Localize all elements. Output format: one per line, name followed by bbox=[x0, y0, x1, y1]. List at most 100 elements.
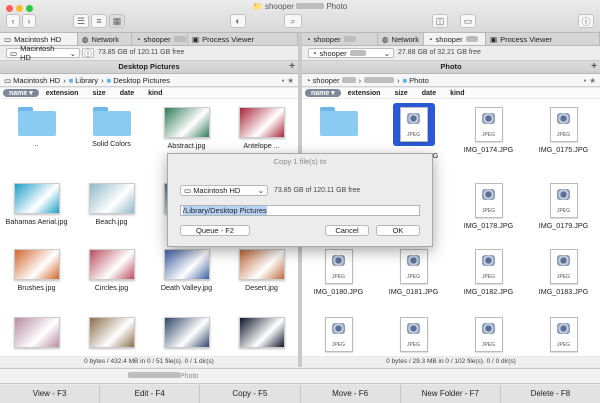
add-tab-button[interactable]: + bbox=[286, 61, 298, 73]
user-icon: ◔ bbox=[306, 75, 311, 85]
file-item[interactable]: Beach.jpg bbox=[74, 183, 149, 226]
jpeg-file-icon: JPEG bbox=[474, 183, 503, 218]
file-item[interactable]: JPEG IMG_0183.JPG bbox=[526, 249, 600, 296]
file-item[interactable]: Abstract.jpg bbox=[149, 107, 224, 150]
list-icon[interactable]: ▪ bbox=[282, 76, 285, 85]
left-drive-info-button[interactable]: ⓘ bbox=[82, 48, 94, 58]
file-item[interactable]: JPEG IMG_0182.JPG bbox=[451, 249, 526, 296]
left-drive-select[interactable]: ▭ Macintosh HD ⌄ bbox=[6, 44, 80, 62]
right-free-space: 27.88 GB of 32.21 GB free bbox=[398, 49, 481, 56]
edit-button[interactable]: Edit - F4 bbox=[100, 385, 201, 403]
column-date[interactable]: date bbox=[415, 90, 443, 97]
view-button[interactable]: View - F3 bbox=[0, 385, 101, 403]
column-size[interactable]: size bbox=[387, 90, 414, 97]
hidden-files-toggle[interactable]: ◐ bbox=[230, 14, 246, 28]
breadcrumb-item[interactable]: ◔ shooper bbox=[306, 76, 356, 85]
file-item[interactable]: Antelope ... bbox=[224, 107, 298, 150]
file-item[interactable]: JPEG IMG_0179.JPG bbox=[526, 183, 600, 230]
image-thumbnail bbox=[13, 183, 60, 214]
command-line[interactable]: Photo bbox=[0, 368, 600, 384]
chevron-right-icon: › bbox=[63, 75, 66, 85]
file-item[interactable]: JPEG bbox=[451, 317, 526, 355]
file-item[interactable] bbox=[224, 317, 298, 351]
file-item[interactable]: JPEG bbox=[376, 317, 451, 355]
columns-view-button[interactable]: ≡ bbox=[91, 14, 107, 28]
right-tab-shooper-active[interactable]: ◔ shooper bbox=[424, 33, 486, 45]
column-extension[interactable]: extension bbox=[39, 90, 86, 97]
folder-icon bbox=[92, 107, 131, 136]
file-item[interactable] bbox=[74, 317, 149, 351]
image-thumbnail bbox=[88, 183, 135, 214]
file-item[interactable]: JPEG bbox=[302, 317, 376, 355]
queue-button[interactable]: Queue - F2 bbox=[180, 225, 250, 236]
file-item[interactable]: Bahamas Aerial.jpg bbox=[0, 183, 74, 226]
column-kind[interactable]: kind bbox=[443, 90, 471, 97]
forward-button[interactable]: › bbox=[22, 14, 36, 28]
right-breadcrumb: ◔ shooper › › ■ Photo ▪ ★ bbox=[302, 74, 600, 87]
breadcrumb-item[interactable]: ■ Library bbox=[69, 76, 98, 85]
right-tab-shooper[interactable]: ◔ shooper bbox=[302, 33, 378, 45]
single-pane-button[interactable]: ▭ bbox=[460, 14, 476, 28]
file-item[interactable]: JPEG IMG_0178.JPG bbox=[451, 183, 526, 230]
folder-item[interactable]: .. bbox=[0, 107, 74, 148]
file-item[interactable]: JPEG IMG_0174.JPG bbox=[451, 107, 526, 154]
folder-item[interactable] bbox=[302, 107, 376, 139]
right-tab-process-viewer[interactable]: ▣ Process Viewer bbox=[486, 33, 600, 45]
left-status: 0 bytes / 432.4 MB in 0 / 51 file(s). 0 … bbox=[0, 357, 298, 367]
cancel-button[interactable]: Cancel bbox=[325, 225, 369, 236]
folder-icon: ■ bbox=[402, 75, 408, 85]
file-item[interactable] bbox=[0, 317, 74, 351]
breadcrumb-item[interactable]: ■ Desktop Pictures bbox=[107, 76, 170, 85]
column-extension[interactable]: extension bbox=[341, 90, 388, 97]
destination-path-input[interactable]: /Library/Desktop Pictures bbox=[180, 205, 420, 216]
right-tab-network[interactable]: ◍ Network bbox=[378, 33, 424, 45]
delete-button[interactable]: Delete - F8 bbox=[501, 385, 600, 403]
search-button[interactable]: ⌕ bbox=[284, 14, 302, 28]
grid-view-button[interactable]: ▦ bbox=[109, 14, 125, 28]
folder-icon: ■ bbox=[106, 75, 112, 85]
column-size[interactable]: size bbox=[85, 90, 112, 97]
breadcrumb-item[interactable]: ▭ Macintosh HD bbox=[4, 76, 60, 85]
file-item[interactable]: JPEG bbox=[526, 317, 600, 355]
left-tab-network[interactable]: ◍ Network bbox=[78, 33, 132, 45]
info-button[interactable]: ⓘ bbox=[578, 14, 594, 28]
split-view-button[interactable]: ◫ bbox=[432, 14, 448, 28]
star-icon[interactable]: ★ bbox=[287, 76, 294, 85]
jpeg-file-icon: JPEG bbox=[549, 317, 578, 352]
add-tab-button[interactable]: + bbox=[588, 61, 600, 73]
copy-button[interactable]: Copy - F5 bbox=[200, 385, 301, 403]
column-name[interactable]: name ▾ bbox=[305, 89, 341, 97]
image-thumbnail bbox=[163, 107, 210, 138]
title-bar: 📁 shooper Photo ‹ › ☰ ≡ ▦ ◐ ⌕ ◫ ▭ ⓘ bbox=[0, 0, 600, 33]
column-kind[interactable]: kind bbox=[141, 90, 169, 97]
folder-item[interactable]: Solid Colors bbox=[74, 107, 149, 148]
file-item[interactable]: Death Valley.jpg bbox=[149, 249, 224, 292]
file-name-label: Brushes.jpg bbox=[17, 283, 56, 292]
right-drive-select[interactable]: ◔ shooper ⌄ bbox=[308, 48, 394, 58]
file-item[interactable]: JPEG IMG_0180.JPG bbox=[302, 249, 376, 296]
file-item[interactable]: JPEG IMG_0175.JPG bbox=[526, 107, 600, 154]
user-icon: ◔ bbox=[306, 34, 311, 44]
list-view-button[interactable]: ☰ bbox=[73, 14, 89, 28]
column-name[interactable]: name ▾ bbox=[3, 89, 39, 97]
star-icon[interactable]: ★ bbox=[589, 76, 596, 85]
jpeg-file-icon: JPEG bbox=[324, 317, 353, 352]
file-item[interactable]: Circles.jpg bbox=[74, 249, 149, 292]
back-button[interactable]: ‹ bbox=[6, 14, 20, 28]
new-folder-button[interactable]: New Folder - F7 bbox=[401, 385, 501, 403]
list-icon[interactable]: ▪ bbox=[584, 76, 587, 85]
file-item[interactable] bbox=[149, 317, 224, 351]
file-item[interactable]: Brushes.jpg bbox=[0, 249, 74, 292]
ok-button[interactable]: OK bbox=[376, 225, 420, 236]
file-item[interactable]: Desert.jpg bbox=[224, 249, 298, 292]
folder-icon bbox=[319, 107, 358, 136]
left-tab-shooper[interactable]: ◔ shooper bbox=[132, 33, 188, 45]
column-date[interactable]: date bbox=[113, 90, 141, 97]
file-item[interactable]: JPEGIMG_0173.JPG bbox=[376, 103, 451, 160]
move-button[interactable]: Move - F6 bbox=[301, 385, 401, 403]
destination-drive-select[interactable]: ▭ Macintosh HD ⌄ bbox=[180, 185, 268, 196]
file-item[interactable]: JPEG IMG_0181.JPG bbox=[376, 249, 451, 296]
breadcrumb-item[interactable]: ■ Photo bbox=[403, 76, 429, 85]
left-tab-process-viewer[interactable]: ▣ Process Viewer bbox=[188, 33, 298, 45]
jpeg-file-icon: JPEG bbox=[399, 249, 428, 284]
